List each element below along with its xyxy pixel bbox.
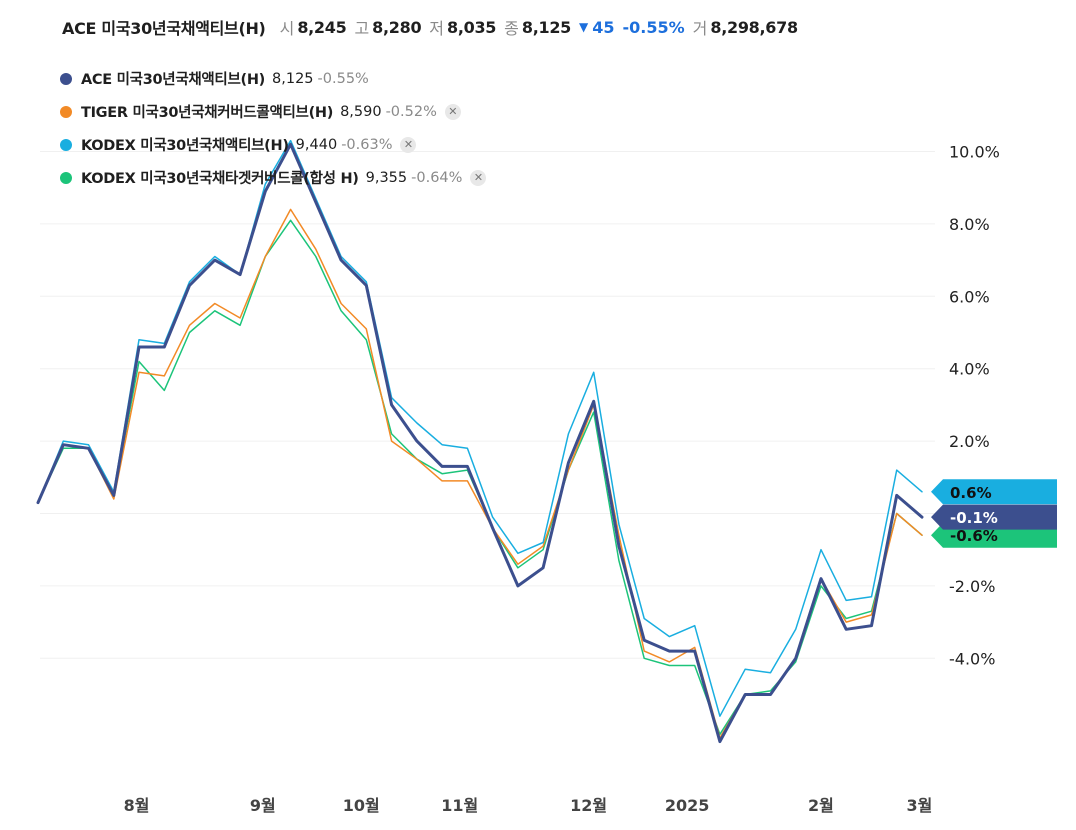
x-tick-label: 12월 xyxy=(570,796,607,815)
x-tick-label: 2025 xyxy=(665,796,710,815)
series-color-dot xyxy=(60,105,72,118)
x-tick-label: 8월 xyxy=(124,796,150,815)
series-color-dot xyxy=(60,171,72,184)
legend-series-name: ACE 미국30년국채액티브(H) xyxy=(81,72,266,88)
legend-item[interactable]: KODEX 미국30년국채액티브(H) 9,440 -0.63% ✕ xyxy=(60,128,486,161)
legend-percent: -0.52% xyxy=(385,103,437,120)
end-value-label: -0.1% xyxy=(950,509,998,527)
series-line xyxy=(37,219,923,736)
y-tick-label: 2.0% xyxy=(949,432,990,451)
legend-item[interactable]: ACE 미국30년국채액티브(H) 8,125 -0.55% xyxy=(60,62,486,95)
series-color-dot xyxy=(60,72,72,85)
y-tick-label: 8.0% xyxy=(949,215,990,234)
legend-percent: -0.55% xyxy=(317,70,369,87)
x-tick-label: 3월 xyxy=(907,796,933,815)
legend-series-name: KODEX 미국30년국채타겟커버드콜(합성 H) xyxy=(81,171,359,187)
legend-price: 9,355 xyxy=(365,169,408,186)
x-tick-label: 11월 xyxy=(441,796,478,815)
x-tick-label: 10월 xyxy=(343,796,380,815)
remove-series-close-icon[interactable]: ✕ xyxy=(470,169,487,186)
legend-price: 8,125 xyxy=(272,70,314,87)
x-tick-label: 2월 xyxy=(808,796,834,815)
legend-percent: -0.63% xyxy=(341,136,393,153)
legend-series-name: KODEX 미국30년국채액티브(H) xyxy=(81,138,289,154)
x-tick-label: 9월 xyxy=(250,796,276,815)
end-value-label: -0.6% xyxy=(950,527,998,545)
end-value-label: 0.6% xyxy=(950,484,992,502)
legend-percent: -0.64% xyxy=(411,169,463,186)
chart-legend: ACE 미국30년국채액티브(H) 8,125 -0.55% TIGER 미국3… xyxy=(60,62,487,194)
legend-price: 9,440 xyxy=(295,136,338,153)
legend-item[interactable]: KODEX 미국30년국채타겟커버드콜(합성 H) 9,355 -0.64% ✕ xyxy=(60,161,487,194)
legend-item[interactable]: TIGER 미국30년국채커버드콜액티브(H) 8,590 -0.52% ✕ xyxy=(60,95,486,128)
y-tick-label: 4.0% xyxy=(949,360,990,379)
remove-series-close-icon[interactable]: ✕ xyxy=(400,136,417,153)
series-line xyxy=(37,139,923,717)
y-tick-label: -2.0% xyxy=(949,577,995,596)
series-color-dot xyxy=(60,138,72,151)
series-line xyxy=(36,142,924,744)
y-tick-label: 10.0% xyxy=(949,143,1000,162)
y-tick-label: 6.0% xyxy=(949,287,990,306)
legend-series-name: TIGER 미국30년국채커버드콜액티브(H) xyxy=(81,105,334,121)
y-tick-label: -4.0% xyxy=(949,649,995,668)
remove-series-close-icon[interactable]: ✕ xyxy=(444,103,461,120)
legend-price: 8,590 xyxy=(340,103,382,120)
